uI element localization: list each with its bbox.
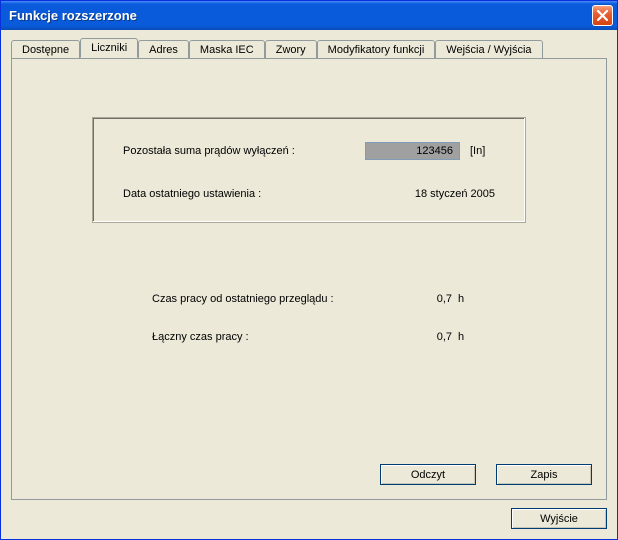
total-unit: h <box>452 331 472 343</box>
read-button[interactable]: Odczyt <box>380 464 476 485</box>
remaining-value-field[interactable]: 123456 <box>365 142 460 160</box>
tab-dostepne[interactable]: Dostępne <box>11 40 80 58</box>
remaining-unit: [In] <box>470 145 495 157</box>
since-value: 0,7 <box>402 293 452 305</box>
window-title: Funkcje rozszerzone <box>9 8 137 23</box>
since-row: Czas pracy od ostatniego przeglądu : 0,7… <box>92 293 526 305</box>
close-icon[interactable] <box>592 5 613 26</box>
x-icon <box>597 10 608 21</box>
tab-zwory[interactable]: Zwory <box>265 40 317 58</box>
total-value: 0,7 <box>402 331 452 343</box>
dialog-window: Funkcje rozszerzone Dostępne Liczniki Ad… <box>0 0 618 540</box>
tab-modyfikatory[interactable]: Modyfikatory funkcji <box>317 40 436 58</box>
tab-panel-liczniki: Pozostała suma prądów wyłączeń : 123456 … <box>11 58 607 500</box>
tab-strip: Dostępne Liczniki Adres Maska IEC Zwory … <box>11 38 607 58</box>
remaining-label: Pozostała suma prądów wyłączeń : <box>123 145 365 157</box>
last-set-label: Data ostatniego ustawienia : <box>123 188 365 200</box>
tab-liczniki[interactable]: Liczniki <box>80 38 138 58</box>
client-area: Dostępne Liczniki Adres Maska IEC Zwory … <box>1 30 617 539</box>
last-set-row: Data ostatniego ustawienia : 18 styczeń … <box>123 188 495 200</box>
tab-maska-iec[interactable]: Maska IEC <box>189 40 265 58</box>
total-row: Łączny czas pracy : 0,7 h <box>92 331 526 343</box>
since-label: Czas pracy od ostatniego przeglądu : <box>152 293 402 305</box>
dialog-button-row: Wyjście <box>11 500 607 529</box>
write-button[interactable]: Zapis <box>496 464 592 485</box>
exit-button[interactable]: Wyjście <box>511 508 607 529</box>
tab-adres[interactable]: Adres <box>138 40 189 58</box>
tab-wejscia-wyjscia[interactable]: Wejścia / Wyjścia <box>435 40 542 58</box>
summary-group: Pozostała suma prądów wyłączeń : 123456 … <box>92 117 526 223</box>
stats-section: Czas pracy od ostatniego przeglądu : 0,7… <box>32 293 586 343</box>
remaining-row: Pozostała suma prądów wyłączeń : 123456 … <box>123 142 495 160</box>
title-bar: Funkcje rozszerzone <box>1 1 617 30</box>
panel-button-row: Odczyt Zapis <box>380 464 592 485</box>
since-unit: h <box>452 293 472 305</box>
total-label: Łączny czas pracy : <box>152 331 402 343</box>
last-set-value: 18 styczeń 2005 <box>365 188 495 200</box>
